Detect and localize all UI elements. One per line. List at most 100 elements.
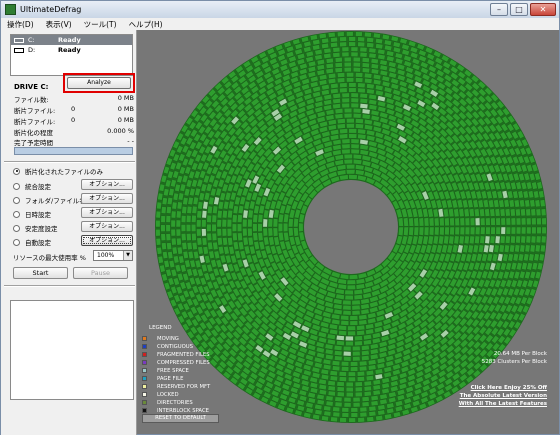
used-block	[267, 227, 274, 237]
log-box[interactable]	[10, 300, 134, 400]
used-block	[359, 46, 368, 53]
used-block	[351, 304, 361, 311]
used-block	[340, 361, 350, 367]
used-block	[352, 345, 361, 352]
used-block	[323, 47, 332, 54]
used-block	[155, 210, 161, 219]
free-block	[488, 244, 495, 253]
clusters-info: 5283 Clusters Per Block	[481, 359, 547, 365]
radio-button[interactable]	[13, 238, 20, 246]
drive-name: C:	[28, 36, 35, 44]
options-button-consolidate[interactable]: オプション...	[81, 179, 133, 190]
used-block	[525, 208, 531, 217]
options-button-stability[interactable]: オプション...	[81, 221, 133, 232]
reset-to-default-button[interactable]: RESET TO DEFAULT	[142, 414, 219, 423]
used-block	[366, 88, 375, 95]
maximize-button[interactable]: □	[510, 3, 528, 16]
used-block	[469, 217, 476, 226]
legend-swatch	[142, 408, 147, 413]
used-block	[454, 217, 460, 227]
used-block	[352, 356, 361, 362]
options-button-folder-name[interactable]: オプション...	[81, 193, 133, 204]
used-block	[509, 244, 516, 253]
radio-folder-name[interactable]: フォルダ/ファイル名	[13, 195, 86, 205]
stat-label: 完了予定時間	[14, 139, 53, 147]
radio-fragmented-only[interactable]: 断片化されたファイルのみ	[13, 166, 103, 176]
drive-row-d[interactable]: D: Ready	[11, 45, 132, 55]
options-button-date[interactable]: オプション...	[81, 207, 133, 218]
used-block	[323, 52, 332, 59]
used-block	[227, 237, 234, 246]
used-block	[176, 246, 183, 255]
promo-link-3[interactable]: With All The Latest Features	[459, 401, 547, 407]
used-block	[329, 375, 338, 382]
radio-date[interactable]: 日時設定	[13, 209, 51, 219]
used-block	[332, 52, 341, 58]
legend-swatch	[142, 360, 147, 365]
legend-swatch	[142, 392, 147, 397]
used-block	[341, 102, 350, 109]
drive-row-c[interactable]: C: Ready	[11, 35, 132, 45]
used-block	[348, 36, 356, 42]
used-block	[540, 244, 546, 253]
radio-button[interactable]	[13, 182, 20, 190]
radio-consolidate[interactable]: 統合設定	[13, 181, 51, 191]
stat-value: 0	[71, 116, 76, 124]
used-block	[339, 41, 347, 47]
used-block	[458, 235, 465, 245]
menu-tools[interactable]: ツール(T)	[84, 19, 117, 30]
menu-help[interactable]: ヘルプ(H)	[129, 19, 163, 30]
options-button-auto[interactable]: オプション...	[81, 235, 133, 246]
drive-list[interactable]: C: Ready D: Ready	[10, 34, 133, 76]
used-block	[517, 253, 525, 262]
drive-icon	[14, 37, 24, 43]
used-block	[366, 37, 375, 43]
used-block	[357, 128, 367, 135]
used-block	[334, 396, 343, 402]
used-block	[272, 218, 279, 228]
used-block	[341, 412, 350, 418]
used-block	[368, 405, 377, 412]
pause-button[interactable]: Pause	[73, 267, 128, 279]
radio-button[interactable]	[13, 167, 20, 175]
used-block	[339, 128, 348, 134]
resource-usage-value: 100%	[97, 252, 115, 259]
used-block	[408, 217, 414, 227]
promo-link-1[interactable]: Click Here Enjoy 25% Off	[471, 385, 547, 391]
used-block	[339, 174, 349, 181]
legend-title: LEGEND	[149, 325, 172, 331]
used-block	[538, 190, 545, 199]
promo-link-2[interactable]: The Absolute Latest Version	[460, 393, 547, 399]
minimize-button[interactable]: –	[490, 3, 508, 16]
used-block	[348, 133, 358, 139]
radio-label: 自動設定	[25, 239, 51, 247]
start-button[interactable]: Start	[13, 267, 68, 279]
free-block	[483, 244, 490, 254]
chevron-down-icon[interactable]: ▼	[123, 251, 132, 260]
used-block	[334, 401, 343, 408]
menu-view[interactable]: 表示(V)	[46, 19, 72, 30]
used-block	[222, 237, 228, 246]
radio-auto[interactable]: 自動設定	[13, 237, 51, 247]
used-block	[351, 299, 361, 306]
radio-button[interactable]	[13, 210, 20, 218]
radio-stability[interactable]: 安定度設定	[13, 223, 58, 233]
free-block	[361, 108, 371, 115]
used-block	[185, 224, 192, 232]
resource-usage-select[interactable]: 100% ▼	[93, 250, 133, 261]
free-block	[500, 226, 506, 235]
used-block	[334, 67, 343, 73]
menu-operation[interactable]: 操作(D)	[7, 19, 34, 30]
used-block	[327, 78, 337, 85]
close-button[interactable]: ✕	[530, 3, 556, 16]
disk-map[interactable]: LEGEND MOVING CONTIGUOUS FRAGMENTED FILE…	[137, 30, 560, 435]
used-block	[520, 217, 527, 226]
used-block	[443, 208, 450, 218]
used-block	[345, 340, 354, 347]
radio-button[interactable]	[13, 196, 20, 204]
legend-swatch	[142, 344, 147, 349]
title-bar: UltimateDefrag – □ ✕	[0, 0, 560, 18]
radio-button[interactable]	[13, 224, 20, 232]
used-block	[341, 148, 351, 155]
used-block	[232, 223, 237, 232]
